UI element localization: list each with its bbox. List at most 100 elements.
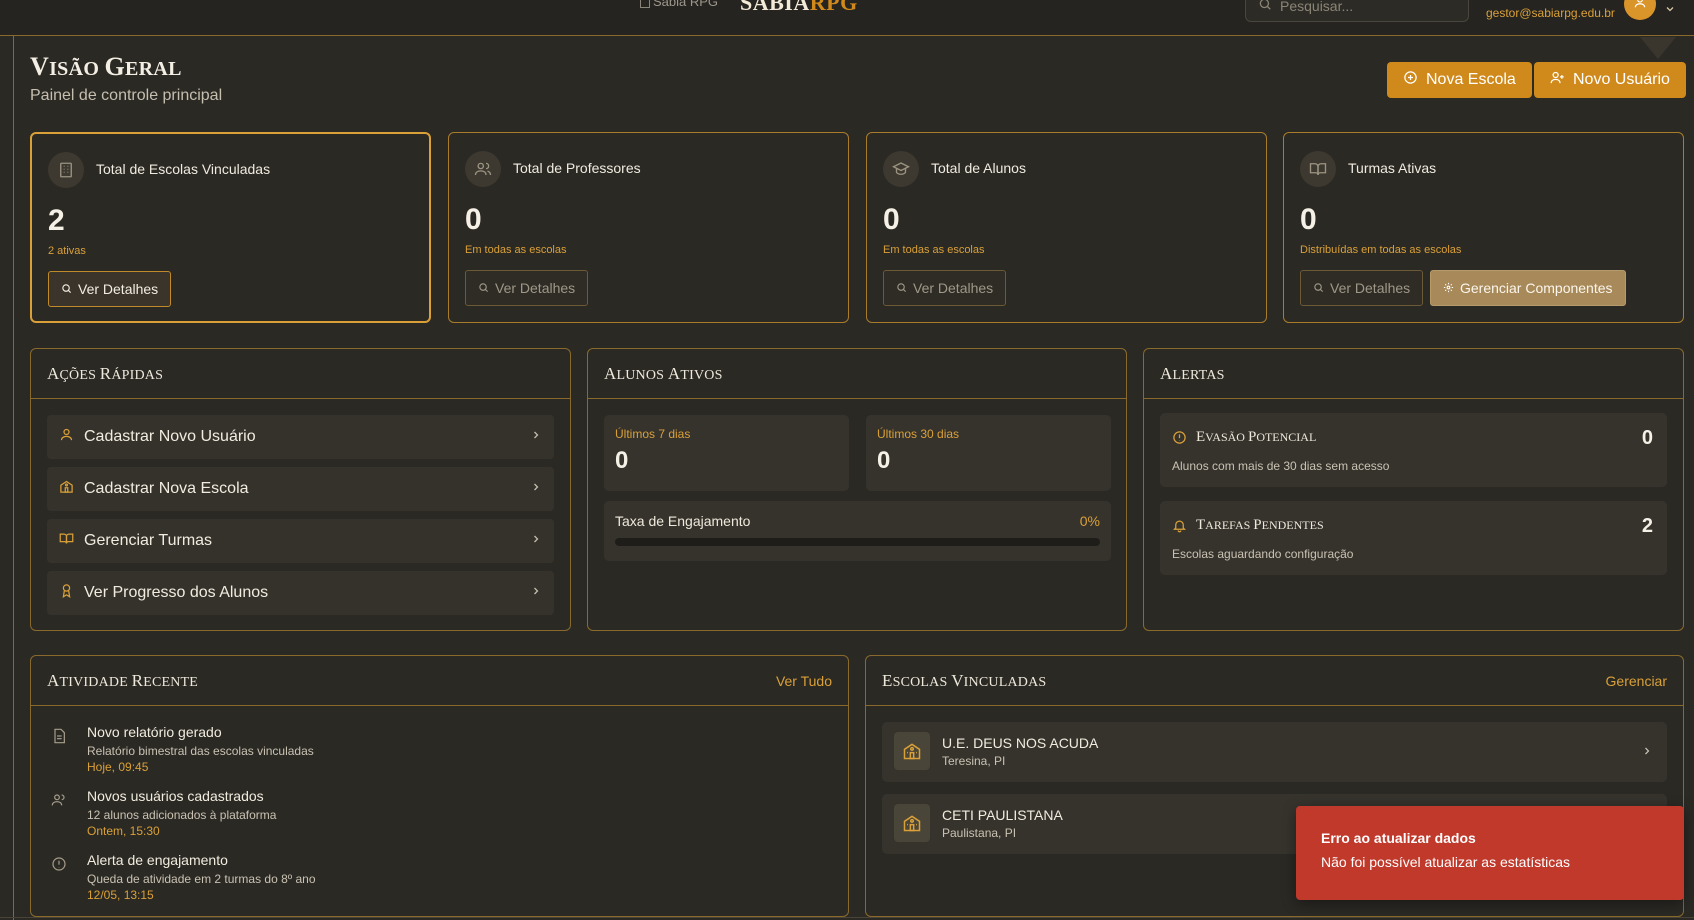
- school-city: Teresina, PI: [942, 754, 1006, 768]
- novo-usuario-button[interactable]: Novo Usuário: [1534, 62, 1686, 98]
- alert-tarefas-pendentes[interactable]: TAREFAS PENDENTES Escolas aguardando con…: [1160, 501, 1667, 575]
- logo-alt-text: Sabia RPG: [653, 0, 719, 9]
- search-icon: [478, 280, 489, 296]
- user-icon: [1633, 0, 1647, 14]
- users-icon: [51, 792, 67, 813]
- school-name: U.E. DEUS NOS ACUDA: [942, 735, 1099, 751]
- last-30-days-value: 0: [877, 447, 891, 474]
- activity-title: Novos usuários cadastrados: [87, 788, 264, 804]
- chevron-down-icon[interactable]: [1664, 2, 1676, 20]
- ver-detalhes-button[interactable]: Ver Detalhes: [48, 271, 172, 307]
- gerenciar-link[interactable]: Gerenciar: [1606, 673, 1667, 689]
- novo-usuario-label: Novo Usuário: [1573, 71, 1670, 88]
- search-box[interactable]: [1245, 0, 1469, 22]
- engagement-value: 0%: [1079, 513, 1100, 529]
- stat-card-alunos[interactable]: Total de Alunos 0 Em todas as escolas Ve…: [866, 132, 1267, 323]
- panel-title: ALUNOS ATIVOS: [604, 363, 723, 383]
- users-icon: [465, 151, 501, 187]
- alert-evasao-potencial[interactable]: EVASÃO POTENCIAL Alunos com mais de 30 d…: [1160, 413, 1667, 487]
- chevron-right-icon: [530, 480, 542, 498]
- quick-action-label: Gerenciar Turmas: [84, 532, 213, 549]
- nova-escola-button[interactable]: Nova Escola: [1387, 62, 1532, 98]
- panel-title: ATIVIDADE RECENTE: [47, 670, 199, 690]
- stat-desc: 2 ativas: [48, 245, 86, 257]
- toast-desc: Não foi possível atualizar as estatístic…: [1321, 854, 1571, 870]
- gerenciar-componentes-button[interactable]: Gerenciar Componentes: [1430, 270, 1626, 306]
- gerenciar-componentes-label: Gerenciar Componentes: [1460, 280, 1613, 296]
- stat-value: 0: [465, 203, 482, 236]
- search-input[interactable]: [1280, 0, 1450, 14]
- quick-actions-panel: AÇÕES RÁPIDAS Cadastrar Novo Usuário Cad…: [30, 348, 571, 631]
- school-city: Paulistana, PI: [942, 826, 1017, 840]
- page-title: VISÃO GERAL: [30, 52, 182, 81]
- building-icon: [48, 152, 84, 188]
- search-icon: [1313, 280, 1324, 296]
- school-icon: [894, 804, 930, 842]
- school-item[interactable]: U.E. DEUS NOS ACUDA Teresina, PI: [882, 722, 1667, 782]
- activity-desc: Relatório bimestral das escolas vinculad…: [87, 744, 314, 758]
- book-open-icon: [59, 531, 74, 551]
- last-30-days-label: Últimos 30 dias: [877, 427, 960, 441]
- file-text-icon: [51, 728, 67, 749]
- ver-detalhes-button[interactable]: Ver Detalhes: [1300, 270, 1424, 306]
- brand-logo[interactable]: SABIARPG: [740, 0, 858, 16]
- stat-desc: Em todas as escolas: [465, 244, 567, 256]
- school-name: CETI PAULISTANA: [942, 807, 1063, 823]
- recent-activity-panel: ATIVIDADE RECENTE Ver Tudo Novo relatóri…: [30, 655, 849, 917]
- brand-part1: SABIA: [740, 0, 810, 15]
- alert-title: EVASÃO POTENCIAL: [1196, 429, 1317, 445]
- activity-title: Novo relatório gerado: [87, 724, 222, 740]
- quick-action-ver-progresso[interactable]: Ver Progresso dos Alunos: [47, 571, 554, 615]
- alert-desc: Alunos com mais de 30 dias sem acesso: [1172, 459, 1390, 473]
- panel-title: ALERTAS: [1160, 363, 1225, 383]
- alert-title: TAREFAS PENDENTES: [1196, 517, 1324, 533]
- top-bar: Sabia RPG SABIARPG gestor@sabiarpg.edu.b…: [0, 0, 1694, 36]
- activity-desc: 12 alunos adicionados à plataforma: [87, 808, 277, 822]
- last-30-days-card: Últimos 30 dias 0: [866, 415, 1111, 491]
- logo-image: Sabia RPG: [640, 0, 718, 9]
- quick-action-cadastrar-usuario[interactable]: Cadastrar Novo Usuário: [47, 415, 554, 459]
- stat-label: Total de Professores: [513, 160, 641, 176]
- gear-icon: [1443, 280, 1454, 296]
- search-icon: [61, 281, 72, 297]
- activity-time: Ontem, 15:30: [87, 824, 160, 838]
- quick-action-label: Cadastrar Novo Usuário: [84, 428, 256, 445]
- alert-count: 2: [1641, 515, 1653, 537]
- quick-action-cadastrar-escola[interactable]: Cadastrar Nova Escola: [47, 467, 554, 511]
- last-7-days-card: Últimos 7 dias 0: [604, 415, 849, 491]
- activity-time: 12/05, 13:15: [87, 888, 154, 902]
- alert-circle-icon: [1172, 430, 1187, 450]
- dropdown-pointer: [1640, 37, 1676, 59]
- stat-card-professores[interactable]: Total de Professores 0 Em todas as escol…: [448, 132, 849, 323]
- search-icon: [896, 280, 907, 296]
- stat-value: 0: [1300, 203, 1317, 236]
- quick-action-label: Ver Progresso dos Alunos: [84, 584, 269, 601]
- user-icon: [59, 427, 74, 447]
- error-toast[interactable]: Erro ao atualizar dados Não foi possível…: [1296, 806, 1684, 900]
- ver-detalhes-button[interactable]: Ver Detalhes: [465, 270, 589, 306]
- user-email: gestor@sabiarpg.edu.br: [1486, 6, 1615, 20]
- chevron-right-icon: [530, 584, 542, 602]
- activity-time: Hoje, 09:45: [87, 760, 149, 774]
- active-students-panel: ALUNOS ATIVOS Últimos 7 dias 0 Últimos 3…: [587, 348, 1127, 631]
- ver-detalhes-label: Ver Detalhes: [495, 280, 576, 296]
- stat-value: 0: [883, 203, 900, 236]
- stat-value: 2: [48, 204, 65, 237]
- stat-card-turmas[interactable]: Turmas Ativas 0 Distribuídas em todas as…: [1283, 132, 1684, 323]
- stat-label: Total de Escolas Vinculadas: [96, 161, 271, 177]
- last-7-days-label: Últimos 7 dias: [615, 427, 691, 441]
- quick-action-label: Cadastrar Nova Escola: [84, 480, 249, 497]
- alert-count: 0: [1641, 427, 1653, 449]
- plus-circle-icon: [1403, 70, 1418, 90]
- stat-card-escolas[interactable]: Total de Escolas Vinculadas 2 2 ativas V…: [30, 132, 431, 323]
- ver-detalhes-button[interactable]: Ver Detalhes: [883, 270, 1007, 306]
- search-icon: [1258, 0, 1272, 16]
- alert-desc: Escolas aguardando configuração: [1172, 547, 1354, 561]
- ver-tudo-link[interactable]: Ver Tudo: [776, 673, 832, 689]
- stat-desc: Distribuídas em todas as escolas: [1300, 244, 1462, 256]
- avatar[interactable]: [1624, 0, 1656, 20]
- last-7-days-value: 0: [615, 447, 629, 474]
- engagement-card: Taxa de Engajamento 0%: [604, 501, 1111, 561]
- book-open-icon: [1300, 151, 1336, 187]
- quick-action-gerenciar-turmas[interactable]: Gerenciar Turmas: [47, 519, 554, 563]
